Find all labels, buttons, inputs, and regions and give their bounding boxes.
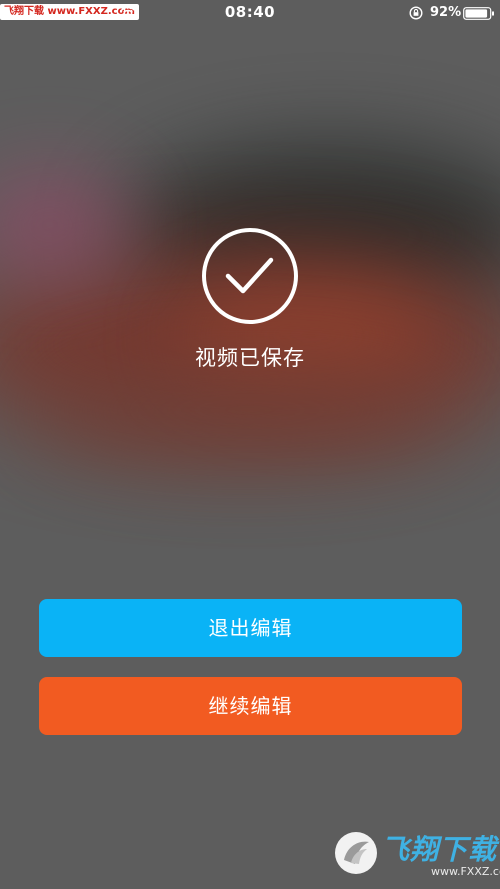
status-time: 08:40: [224, 3, 276, 21]
exit-edit-button[interactable]: 退出编辑: [39, 599, 462, 657]
checkmark-circle-icon: [202, 228, 298, 324]
battery-icon: [463, 7, 494, 20]
background-blur-brown: [40, 360, 460, 460]
watermark-url: www.FXXZ.com: [431, 865, 500, 878]
orientation-lock-icon: [409, 6, 423, 20]
battery-percent: 92%: [430, 5, 462, 20]
watermark-brand: 飞翔下载: [381, 833, 498, 866]
bottom-watermark: 飞翔下载 www.FXXZ.com: [333, 826, 500, 884]
blurred-video-background: [0, 0, 500, 889]
saved-message: 视频已保存: [195, 346, 305, 370]
continue-edit-button[interactable]: 继续编辑: [39, 677, 462, 735]
status-bar: 飞翔下载 www.FXXZ.com 08:40 92%: [0, 0, 500, 26]
fxxz-logo: [335, 832, 377, 874]
